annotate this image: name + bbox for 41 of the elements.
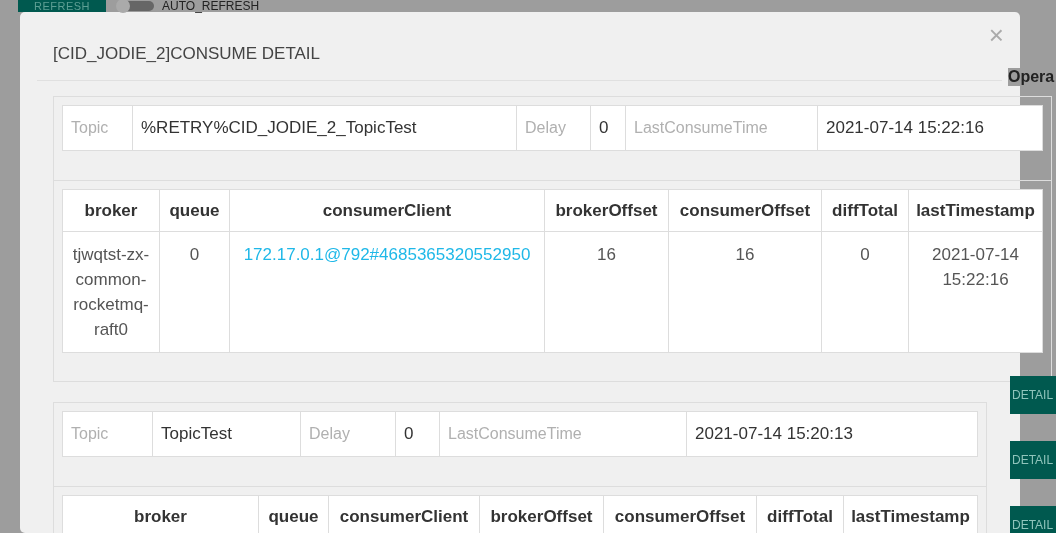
column-header: lastTimestamp <box>843 495 978 533</box>
column-header: broker <box>62 189 160 232</box>
column-header: consumerOffset <box>668 189 822 232</box>
toggle-label: AUTO_REFRESH <box>162 0 260 12</box>
column-header: lastTimestamp <box>908 189 1043 232</box>
column-header: consumerClient <box>328 495 480 533</box>
field-value: TopicTest <box>152 411 301 457</box>
column-header: queue <box>159 189 230 232</box>
field-value: 2021-07-14 15:22:16 <box>817 105 1043 151</box>
field-label: Topic <box>62 411 153 457</box>
field-value: 0 <box>395 411 440 457</box>
refresh-button[interactable]: REFRESH <box>18 0 107 12</box>
column-header: diffTotal <box>821 189 909 232</box>
field-label: Topic <box>62 105 133 151</box>
column-header: diffTotal <box>756 495 844 533</box>
table-cell: 16 <box>668 231 822 353</box>
table-cell: 16 <box>544 231 669 353</box>
field-value: %RETRY%CID_JODIE_2_TopicTest <box>132 105 517 151</box>
field-label: LastConsumeTime <box>625 105 818 151</box>
table-cell: 0 <box>821 231 909 353</box>
dialog-title: [CID_JODIE_2]CONSUME DETAIL <box>53 44 322 64</box>
table-cell: 2021-07-14 15:22:16 <box>908 231 1043 353</box>
toggle-switch[interactable] <box>118 1 155 11</box>
field-value: 2021-07-14 15:20:13 <box>686 411 978 457</box>
column-header: brokerOffset <box>544 189 669 232</box>
column-header: consumerOffset <box>603 495 757 533</box>
client-link[interactable]: 172.17.0.1@792#4685365320552950 <box>229 231 545 353</box>
column-header: Opera <box>1008 68 1055 86</box>
detail-button[interactable]: DETAIL <box>1010 441 1056 479</box>
column-header: brokerOffset <box>479 495 604 533</box>
detail-button[interactable]: DETAIL <box>1010 506 1056 533</box>
table-cell: 0 <box>159 231 230 353</box>
field-label: Delay <box>516 105 591 151</box>
field-label: Delay <box>300 411 396 457</box>
field-label: LastConsumeTime <box>439 411 687 457</box>
column-header: broker <box>62 495 259 533</box>
detail-button[interactable]: DETAIL <box>1010 376 1056 414</box>
table-cell: tjwqtst-zx-common-rocketmq-raft0 <box>62 231 160 353</box>
column-header: consumerClient <box>229 189 545 232</box>
field-value: 0 <box>590 105 626 151</box>
column-header: queue <box>258 495 329 533</box>
